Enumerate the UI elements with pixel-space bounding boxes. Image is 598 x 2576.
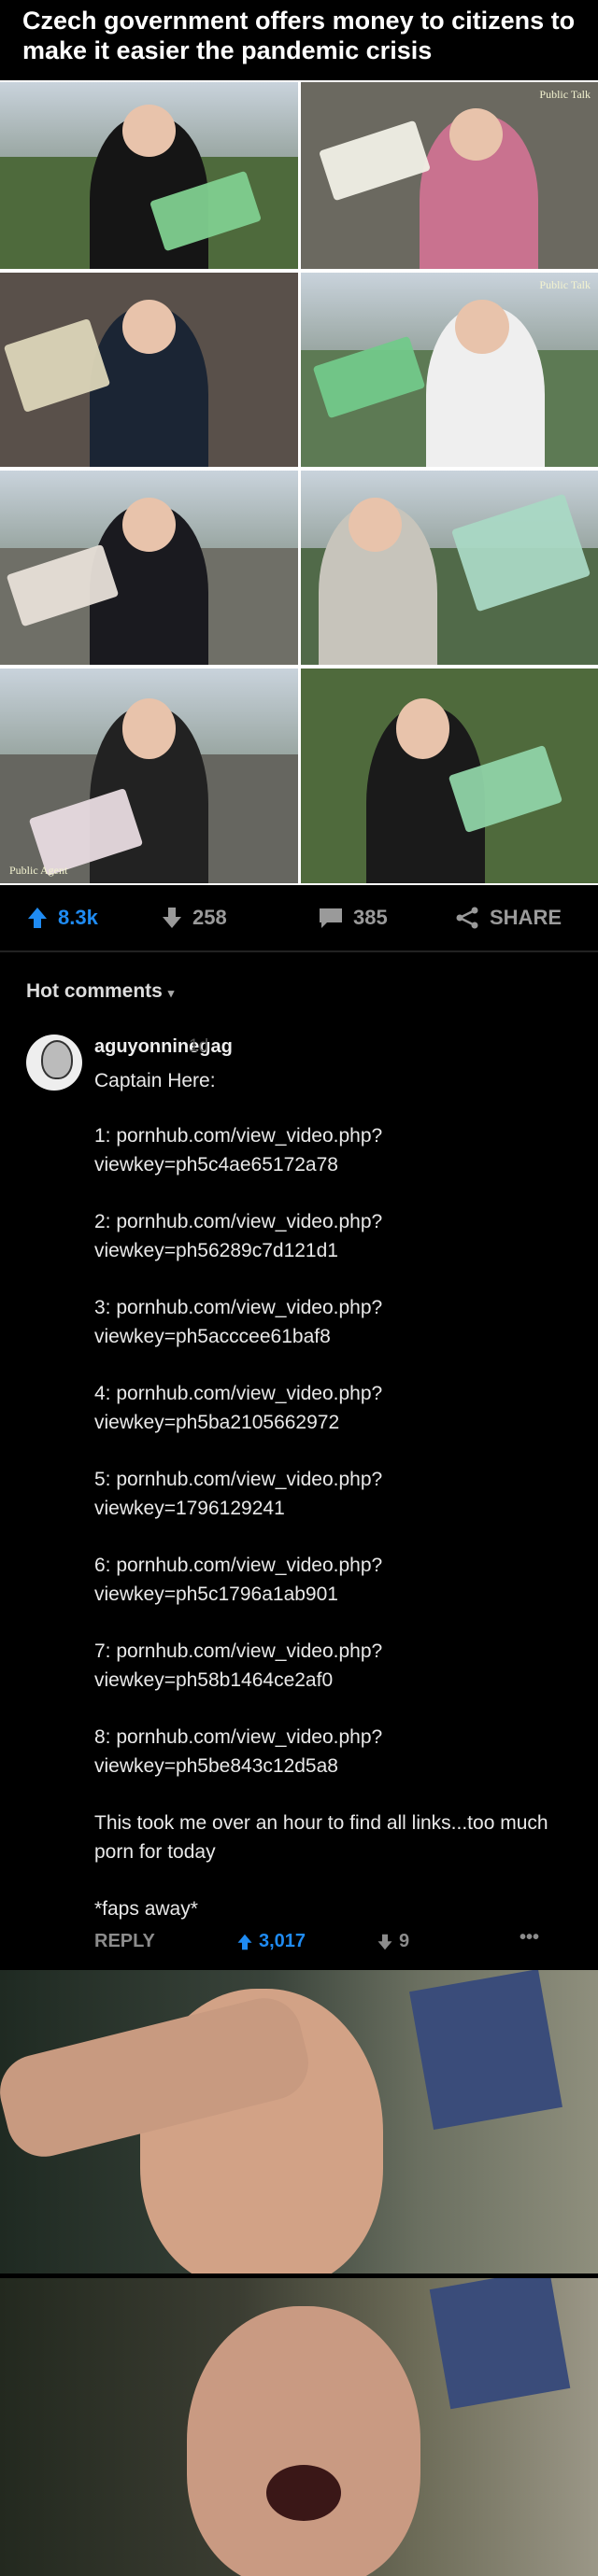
comment-actions: REPLY 3,017 9 ••• — [94, 1927, 562, 1959]
comment-link[interactable]: 8: pornhub.com/view_video.php? viewkey=p… — [94, 1723, 580, 1781]
grid-image-8[interactable] — [301, 669, 598, 883]
downvote-button[interactable]: 258 — [161, 906, 227, 930]
comment-link[interactable]: 7: pornhub.com/view_video.php? viewkey=p… — [94, 1637, 580, 1695]
money-bill-icon — [319, 120, 432, 202]
upvote-arrow-icon — [28, 908, 47, 928]
comment-upvote-button[interactable]: 3,017 — [236, 1931, 306, 1952]
reaction-image-crying[interactable] — [0, 2278, 598, 2576]
comment-link[interactable]: 2: pornhub.com/view_video.php? viewkey=p… — [94, 1207, 580, 1265]
grid-image-6[interactable] — [301, 471, 598, 665]
grid-image-4[interactable]: Public Talk — [301, 273, 598, 467]
comment-link[interactable]: 6: pornhub.com/view_video.php? viewkey=p… — [94, 1551, 580, 1609]
upvote-arrow-icon — [237, 1934, 252, 1950]
person-face — [348, 498, 403, 553]
person-face — [395, 698, 449, 759]
watermark: Public Talk — [539, 88, 591, 101]
person-face — [121, 105, 177, 157]
grid-image-5[interactable] — [0, 471, 298, 665]
chevron-down-icon: ▾ — [167, 986, 175, 1000]
person-face — [121, 300, 177, 355]
post-action-bar: 8.3k 258 385 SHARE — [0, 885, 598, 950]
person-face — [121, 498, 177, 553]
comment-downvote-count: 9 — [399, 1931, 410, 1951]
comment-sort-label: Hot comments — [26, 980, 163, 1002]
share-icon — [456, 907, 478, 929]
share-label: SHARE — [490, 906, 562, 929]
downvote-arrow-icon — [163, 908, 181, 928]
comment-link[interactable]: 1: pornhub.com/view_video.php? viewkey=p… — [94, 1121, 580, 1179]
more-options-icon[interactable]: ••• — [520, 1927, 539, 1949]
comment-link[interactable]: 3: pornhub.com/view_video.php? viewkey=p… — [94, 1293, 580, 1351]
upvote-button[interactable]: 8.3k — [26, 906, 98, 930]
grid-image-2[interactable]: Public Talk — [301, 82, 598, 269]
wall-picture — [429, 2278, 571, 2410]
reply-button[interactable]: REPLY — [94, 1931, 155, 1952]
comment-age: 1d — [189, 1036, 209, 1056]
downvote-arrow-icon — [377, 1934, 392, 1950]
open-mouth — [266, 2465, 341, 2521]
comment-username[interactable]: aguyonninegag — [94, 1036, 233, 1058]
comment-sort-dropdown[interactable]: Hot comments ▾ — [26, 980, 174, 1003]
comment-line: This took me over an hour to find all li… — [94, 1812, 548, 1863]
grid-image-1[interactable] — [0, 82, 298, 269]
avatar[interactable] — [26, 1035, 82, 1091]
wall-picture — [409, 1970, 562, 2131]
avatar-face-icon — [41, 1040, 73, 1079]
watermark: Public Agent — [9, 864, 68, 877]
comment-body: Captain Here: 1: pornhub.com/view_video.… — [94, 1066, 580, 1951]
watermark: Public Talk — [539, 278, 591, 291]
comment-link[interactable]: 4: pornhub.com/view_video.php? viewkey=p… — [94, 1379, 580, 1437]
upvote-count: 8.3k — [58, 906, 98, 929]
comment-bubble-icon — [320, 908, 342, 928]
reaction-image-salute[interactable] — [0, 1970, 598, 2273]
comment-line: Captain Here: — [94, 1070, 216, 1091]
grid-image-7[interactable]: Public Agent — [0, 669, 298, 883]
comment-link[interactable]: 5: pornhub.com/view_video.php? viewkey=1… — [94, 1465, 580, 1523]
post-title: Czech government offers money to citizen… — [22, 7, 576, 64]
comments-section: Hot comments ▾ aguyonninegag 1d Captain … — [0, 952, 598, 1970]
person-face — [455, 300, 509, 355]
downvote-count: 258 — [192, 906, 227, 929]
post-title-bar: Czech government offers money to citizen… — [0, 0, 598, 77]
share-button[interactable]: SHARE — [454, 906, 562, 930]
comment-count: 385 — [353, 906, 388, 929]
image-grid[interactable]: Public Talk Public Talk Public Agent — [0, 80, 598, 885]
comment-upvote-count: 3,017 — [259, 1931, 306, 1951]
comment-line: *faps away* — [94, 1898, 198, 1920]
man-face — [187, 2306, 420, 2576]
grid-image-3[interactable] — [0, 273, 298, 467]
person-face — [121, 698, 177, 759]
comments-button[interactable]: 385 — [318, 906, 388, 930]
comment-downvote-button[interactable]: 9 — [377, 1931, 409, 1952]
person-face — [449, 108, 504, 161]
